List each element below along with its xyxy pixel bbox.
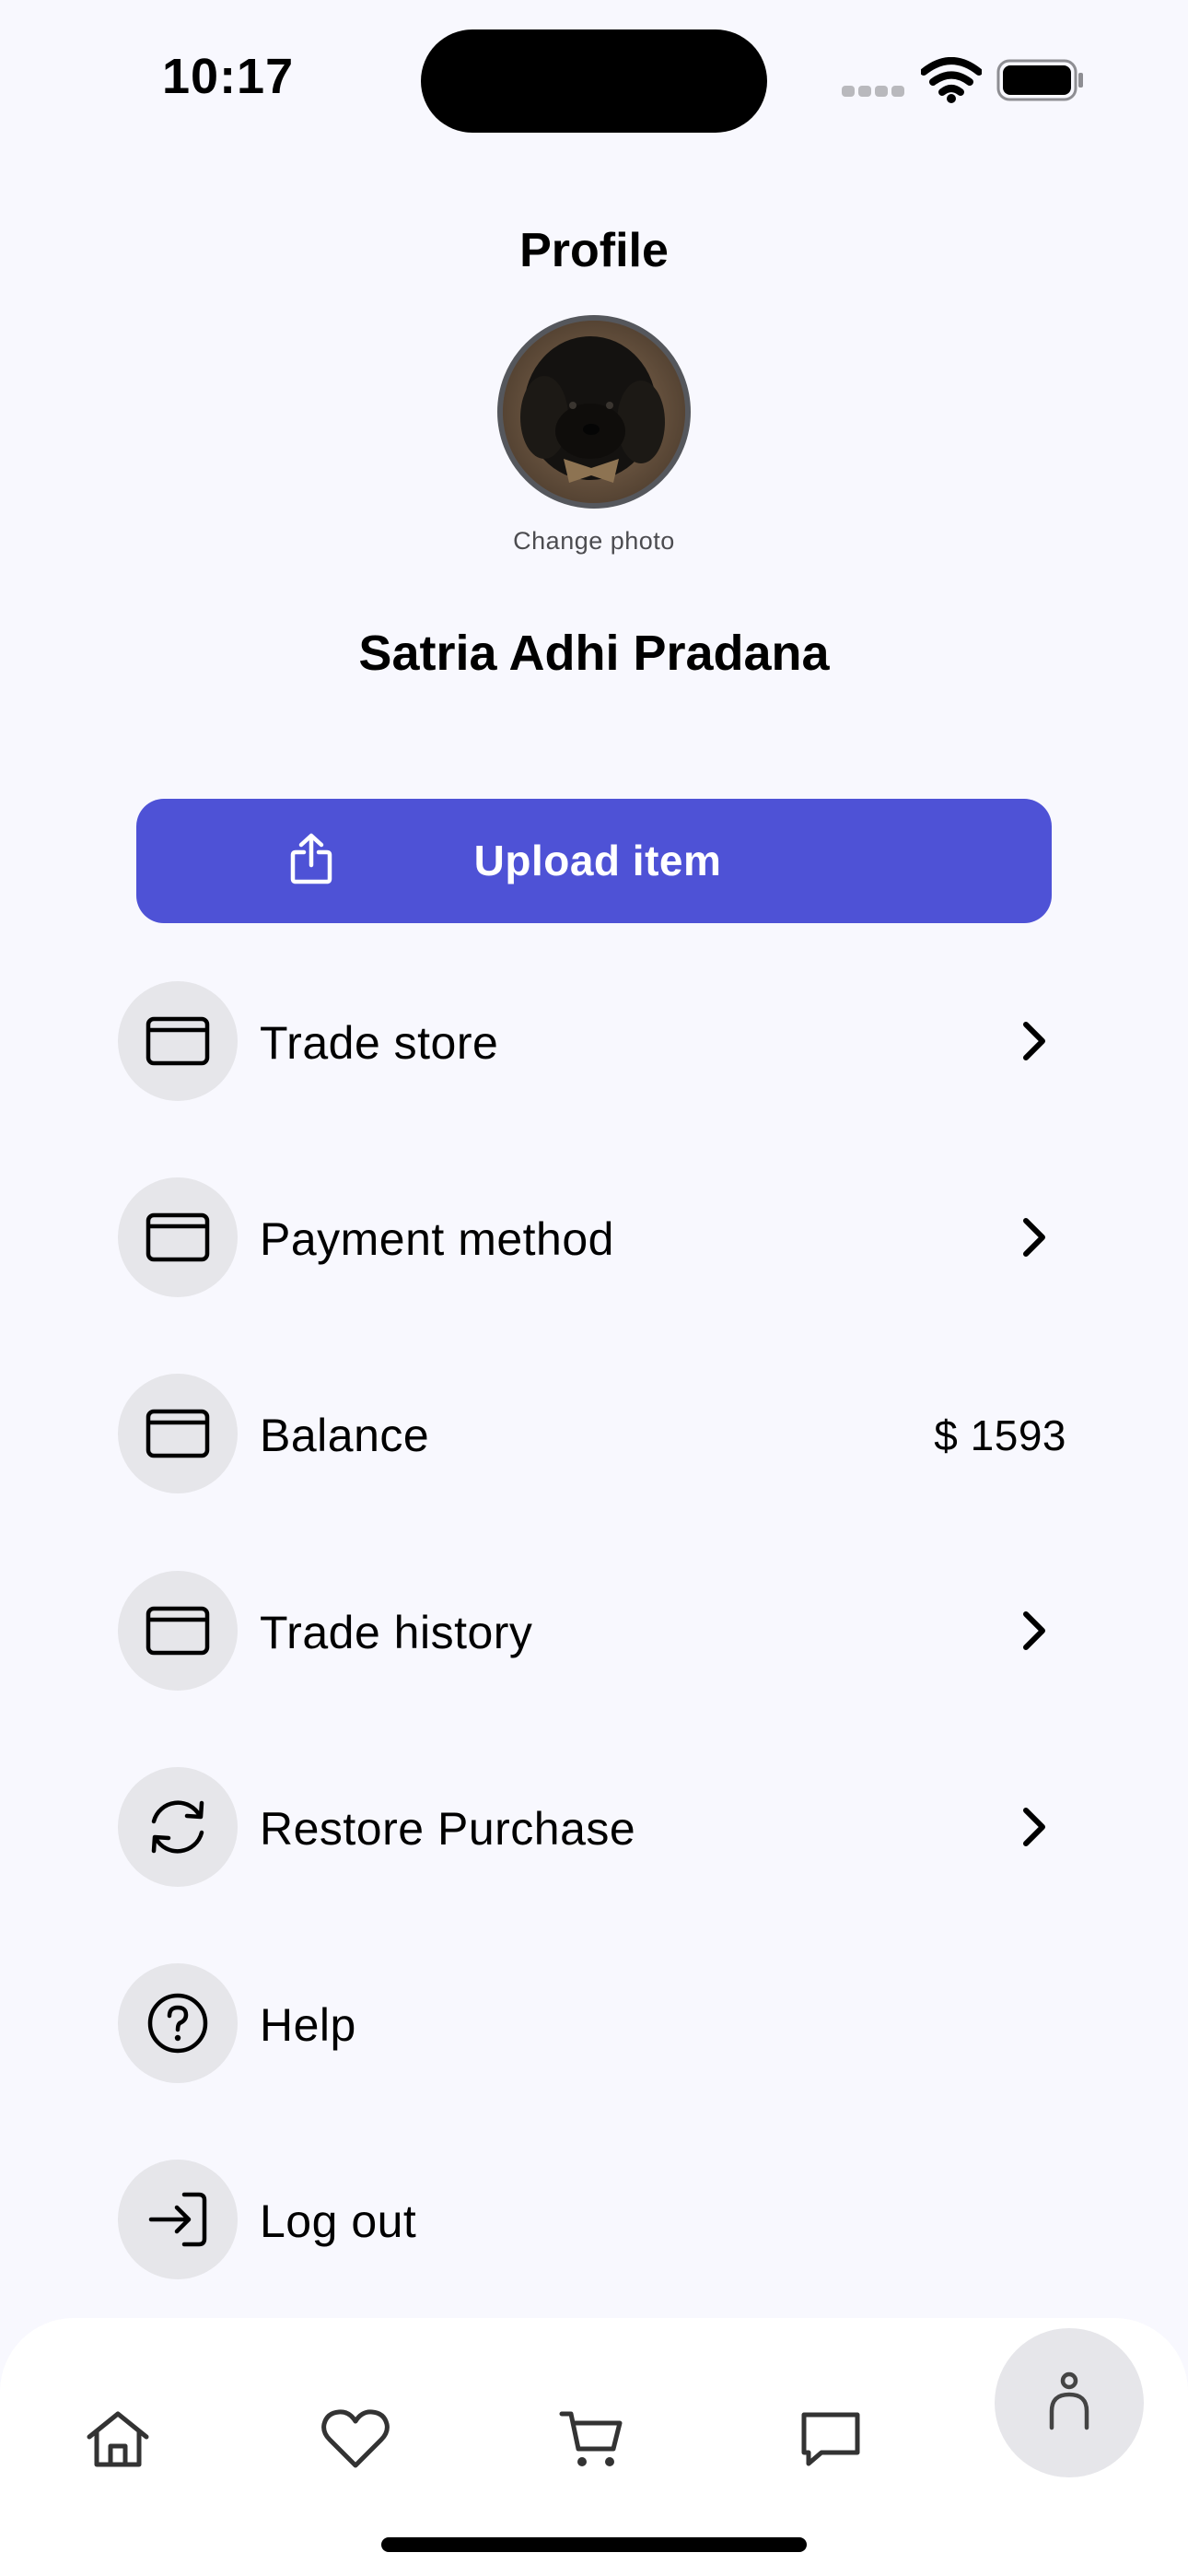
menu-item-trade-store[interactable]: Trade store [118,981,1070,1101]
card-icon [118,1374,238,1493]
nav-cart[interactable] [545,2395,637,2488]
balance-value: $ 1593 [934,1411,1066,1459]
cellular-signal-icon [842,85,908,101]
menu-item-label: Trade store [260,1017,499,1069]
menu-item-trade-history[interactable]: Trade history [118,1571,1070,1691]
refresh-icon [118,1767,238,1887]
wifi-icon [920,57,983,108]
chevron-right-icon [1020,1610,1048,1656]
chevron-right-icon [1020,1217,1048,1262]
nav-home[interactable] [72,2395,164,2488]
nav-messages[interactable] [785,2395,877,2488]
menu-item-label: Balance [260,1410,430,1461]
change-photo-link[interactable]: Change photo [0,527,1188,556]
menu-item-label: Payment method [260,1213,614,1265]
profile-icon [1046,2371,1092,2436]
upload-item-button[interactable]: Upload item [136,799,1052,923]
card-icon [118,1571,238,1691]
nav-profile[interactable] [995,2328,1144,2477]
chevron-right-icon [1020,1807,1048,1852]
dynamic-island [421,29,767,133]
menu-item-balance[interactable]: Balance $ 1593 [118,1374,1070,1493]
menu-item-label: Help [260,1999,356,2051]
upload-item-label: Upload item [473,837,722,884]
help-circle-icon [118,1963,238,2083]
log-in-icon [118,2160,238,2279]
user-name: Satria Adhi Pradana [358,626,830,681]
card-icon [118,1177,238,1297]
avatar[interactable] [497,315,691,509]
battery-icon [996,59,1085,106]
nav-favorites[interactable] [309,2395,402,2488]
menu-item-label: Log out [260,2195,417,2247]
menu-item-payment-method[interactable]: Payment method [118,1177,1070,1297]
menu-item-label: Trade history [260,1607,533,1658]
message-icon [799,2410,862,2474]
menu-item-log-out[interactable]: Log out [118,2160,1070,2279]
heart-icon [320,2408,390,2476]
cart-icon [558,2408,624,2476]
home-indicator [381,2537,807,2552]
card-icon [118,981,238,1101]
home-icon [85,2409,151,2475]
menu-item-restore-purchase[interactable]: Restore Purchase [118,1767,1070,1887]
status-time: 10:17 [162,49,295,104]
menu-item-help[interactable]: Help [118,1963,1070,2083]
menu-item-label: Restore Purchase [260,1803,636,1855]
page-title: Profile [519,224,669,277]
chevron-right-icon [1020,1021,1048,1066]
